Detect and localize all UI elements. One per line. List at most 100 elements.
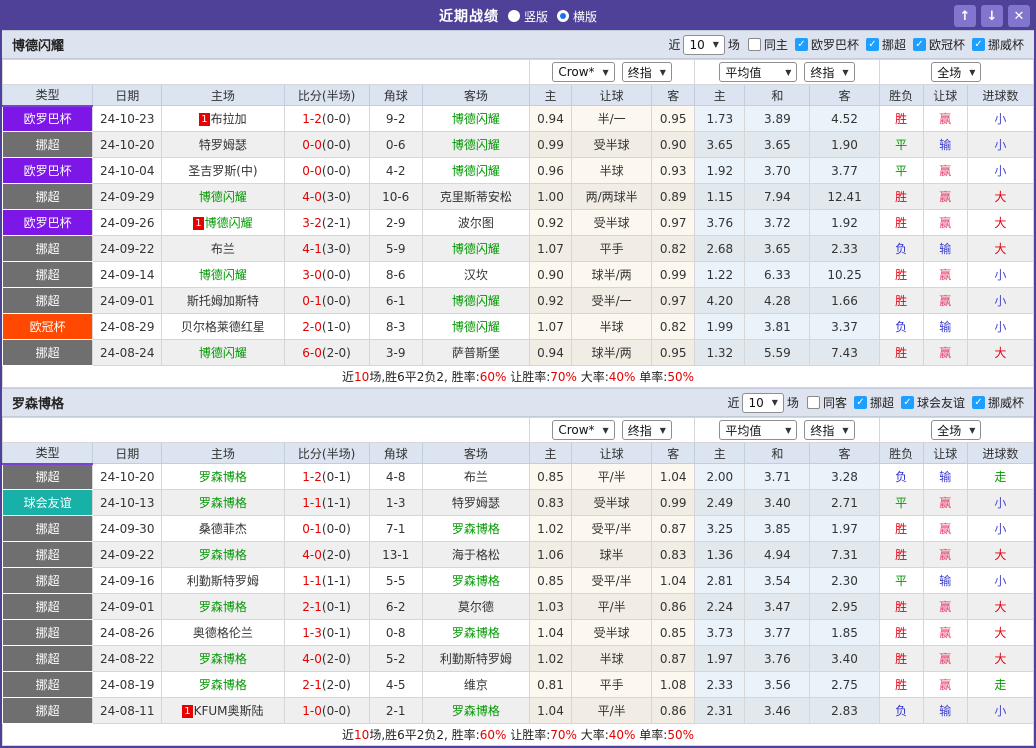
away-team: 罗森博格 [451,522,500,536]
chevron-down-icon: ▼ [785,67,792,77]
scope-select[interactable]: 全场 ▼ [931,420,982,440]
close-icon: ✕ [1013,8,1025,24]
home-team-cell: 1 KFUM奥斯陆 [161,697,285,724]
halftime-score: (0-0) [321,111,351,126]
column-header: 让球 [922,84,968,106]
same-venue-checkbox[interactable] [747,38,761,51]
league-filter-checkbox[interactable]: ✓ [865,38,879,51]
avg-draw: 3.77 [744,619,811,646]
titlebar: 近期战绩 竖版 横版 ↑ ↓ ✕ [2,2,1034,30]
odds-home: 1.07 [528,235,573,262]
odds-final-select[interactable]: 终指 ▼ [621,420,672,440]
games-count-select[interactable]: 10 ▼ [683,34,725,55]
scope-select-value: 全场 [937,65,962,80]
result-handicap: 赢 [922,183,968,210]
avg-draw: 3.47 [744,593,811,620]
avg-draw: 3.56 [744,671,811,698]
league-filter-checkbox[interactable]: ✓ [912,38,926,51]
odds-source-select-value: Crow* [558,423,595,437]
match-date: 24-10-20 [92,131,163,158]
sections-container: 博德闪耀近 10 ▼ 场同主 ✓ 欧罗巴杯 ✓ 挪超 ✓ 欧冠杯 ✓ 挪威杯 Crow* ▼ 终指 ▼ 平均值 ▼… [1,30,1035,746]
match-row: 挪超 24-09-30 桑德菲杰 0-1(0-0) 7-1 罗森博格 1.02 受平/半 0.8… [1,515,1035,542]
league-filter-label: 球会友谊 [916,396,965,410]
corner-score: 10-6 [368,183,423,210]
avg-away: 3.77 [809,157,880,184]
column-header: 比分(半场) [283,442,370,464]
fulltime-score: 2-1 [302,599,322,614]
result-outcome: 胜 [878,541,924,568]
odds-away: 0.82 [651,235,696,262]
league-badge: 挪超 [1,261,94,288]
score-cell: 0-0(0-0) [283,157,370,184]
result-goals: 大 [966,619,1035,646]
match-row: 欧罗巴杯 24-10-04 圣吉罗斯(中) 0-0(0-0) 4-2 博德闪耀 0.96 半球… [1,157,1035,184]
league-badge: 挪超 [1,671,94,698]
avg-final-select[interactable]: 终指 ▼ [804,62,855,82]
league-filter-checkbox[interactable]: ✓ [853,396,867,409]
avg-draw: 4.94 [744,541,811,568]
chevron-down-icon: ▼ [771,398,778,407]
team-name: 博德闪耀 [12,39,65,54]
odds-final-select[interactable]: 终指 ▼ [621,62,672,82]
avg-away: 2.95 [809,593,880,620]
move-down-button[interactable]: ↓ [981,5,1003,27]
league-badge: 挪超 [1,645,94,672]
odds-source-select[interactable]: Crow* ▼ [552,62,615,82]
score-cell: 2-1(0-1) [283,593,370,620]
score-cell: 2-1(2-0) [283,671,370,698]
summary-part: 70% [550,370,577,384]
chevron-down-icon: ▼ [602,425,609,435]
checkmark-icon: ✓ [974,397,983,408]
league-badge: 挪超 [1,541,94,568]
avg-select[interactable]: 平均值 ▼ [719,62,798,82]
league-badge: 欧罗巴杯 [1,105,94,132]
corner-score: 6-2 [368,593,423,620]
avg-select[interactable]: 平均值 ▼ [719,420,798,440]
games-count-select[interactable]: 10 ▼ [742,392,784,413]
scope-select[interactable]: 全场 ▼ [931,62,982,82]
league-filter-checkbox[interactable]: ✓ [794,38,808,51]
close-button[interactable]: ✕ [1008,5,1030,27]
move-up-button[interactable]: ↑ [954,5,976,27]
odds-source-select[interactable]: Crow* ▼ [552,420,615,440]
match-row: 挪超 24-09-01 斯托姆加斯特 0-1(0-0) 6-1 博德闪耀 0.92 受半/一 0… [1,287,1035,314]
avg-draw: 7.94 [744,183,811,210]
result-handicap: 输 [922,567,968,594]
arrow-down-icon: ↓ [986,8,998,24]
league-filter-checkbox[interactable]: ✓ [900,396,914,409]
odds-handicap: 半球 [571,157,653,184]
corner-score: 2-9 [368,209,423,236]
result-outcome: 胜 [878,593,924,620]
odds-home: 1.04 [528,619,573,646]
layout-radio-vertical[interactable]: 竖版 [507,8,548,25]
league-badge: 欧冠杯 [1,313,94,340]
away-team: 博德闪耀 [451,164,500,178]
avg-away: 2.83 [809,697,880,724]
odds-home: 1.03 [528,593,573,620]
avg-draw: 6.33 [744,261,811,288]
avg-home: 1.22 [694,261,746,288]
odds-away: 0.85 [651,619,696,646]
chevron-down-icon: ▼ [785,425,792,435]
odds-source-select-value: Crow* [558,65,595,79]
avg-home: 2.68 [694,235,746,262]
odds-away: 0.99 [651,261,696,288]
match-row: 挪超 24-09-16 利勤斯特罗姆 1-1(1-1) 5-5 罗森博格 0.85 受平/半 1… [1,567,1035,594]
avg-select-cell: 平均值 ▼ 终指 ▼ [694,417,880,443]
same-venue-checkbox[interactable] [806,396,820,409]
home-team-cell: 罗森博格 [161,463,285,490]
league-filter-checkbox[interactable]: ✓ [971,396,985,409]
column-header: 让球 [571,84,653,106]
match-row: 挪超 24-08-24 博德闪耀 6-0(2-0) 3-9 萨普斯堡 0.94 球半/两 0.9… [1,339,1035,366]
match-row: 挪超 24-09-14 博德闪耀 3-0(0-0) 8-6 汉坎 0.90 球半/两 0.99 1… [1,261,1035,288]
league-filter-checkbox[interactable]: ✓ [971,38,985,51]
league-badge: 挪超 [1,463,94,490]
match-date: 24-08-24 [92,339,163,366]
result-goals: 大 [966,593,1035,620]
result-goals: 小 [966,157,1035,184]
home-team-cell: 圣吉罗斯(中) [161,157,285,184]
odds-away: 0.89 [651,183,696,210]
layout-radio-horizontal[interactable]: 横版 [557,8,597,25]
avg-final-select[interactable]: 终指 ▼ [804,420,855,440]
match-date: 24-09-30 [92,515,163,542]
